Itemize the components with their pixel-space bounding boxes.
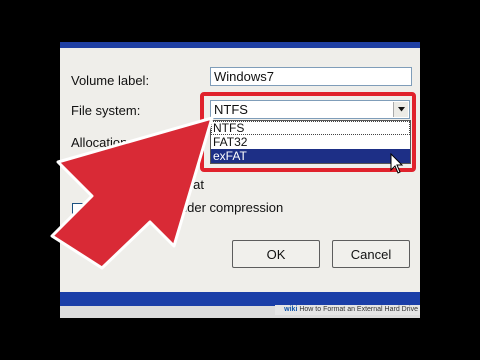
pointer-cursor-icon xyxy=(390,153,404,174)
caption-brand: wiki xyxy=(284,306,298,313)
caption-text: How to Format an External Hard Drive xyxy=(299,306,418,313)
caption-bar: wiki How to Format an External Hard Driv… xyxy=(275,305,420,315)
